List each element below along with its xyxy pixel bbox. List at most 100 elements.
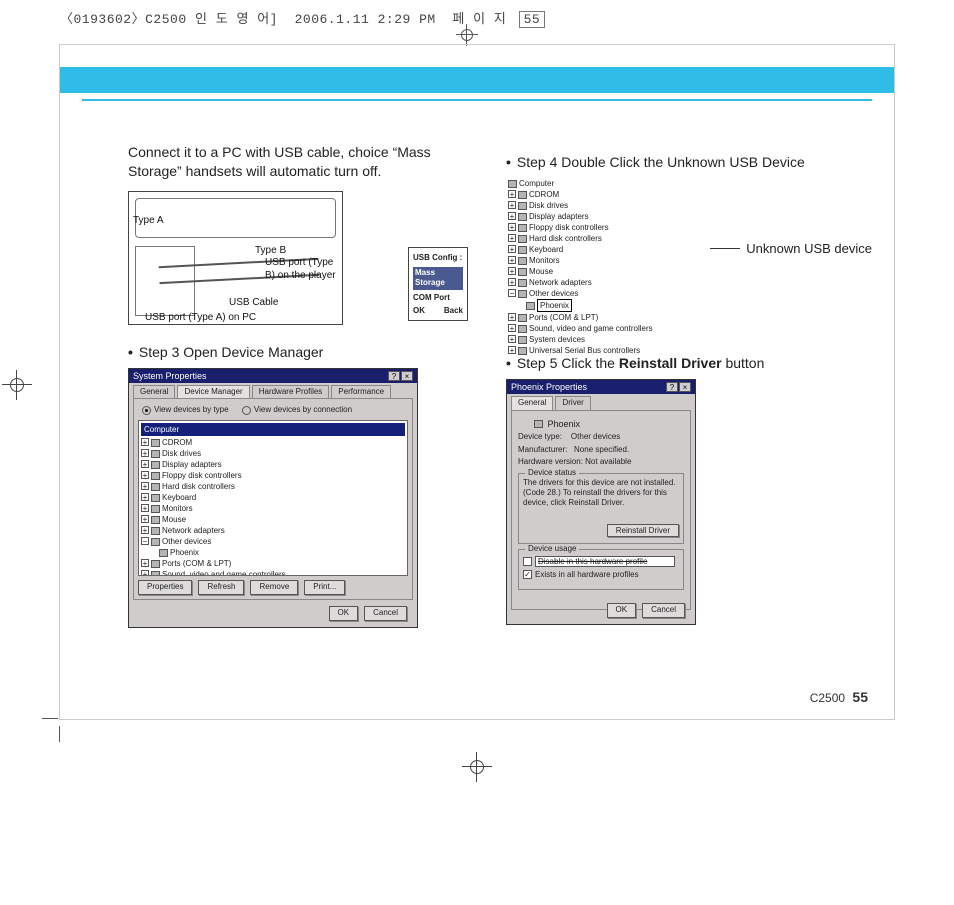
- print-button[interactable]: Print...: [304, 580, 345, 595]
- checkbox-disable[interactable]: [523, 557, 532, 566]
- button-row: Properties Refresh Remove Print...: [138, 580, 408, 595]
- tree-item[interactable]: System devices: [529, 335, 585, 344]
- header-code: 〈0193602〉C2500: [60, 12, 187, 27]
- tree-item[interactable]: Sound, video and game controllers: [529, 324, 653, 333]
- header-pagenum: 55: [519, 11, 546, 28]
- device-tree[interactable]: Computer +CDROM +Disk drives +Display ad…: [138, 420, 408, 576]
- registration-mark-left: [2, 370, 32, 400]
- usb-diagram-box: Type A Type B USB port (Type B) on the p…: [128, 191, 343, 325]
- usb-config-ok: OK: [413, 306, 425, 317]
- tree-item[interactable]: Ports (COM & LPT): [162, 559, 231, 568]
- status-text: The drivers for this device are not inst…: [523, 478, 679, 508]
- remove-button[interactable]: Remove: [250, 580, 298, 595]
- header-lang: 인 도 영 어]: [195, 12, 278, 27]
- crop-tick: [59, 726, 60, 742]
- tree-item[interactable]: Sound, video and game controllers: [162, 570, 286, 576]
- usb-config-mass-storage: Mass Storage: [413, 267, 463, 291]
- tabs: General Driver: [507, 394, 695, 410]
- tree-item[interactable]: Keyboard: [529, 245, 563, 254]
- device-usage-group: Device usage Disable in this hardware pr…: [518, 549, 684, 590]
- tab-general[interactable]: General: [511, 396, 553, 410]
- window-title: Phoenix Properties: [511, 380, 587, 394]
- help-icon[interactable]: ?: [666, 382, 678, 392]
- tree-item[interactable]: Ports (COM & LPT): [529, 313, 598, 322]
- tree-item-phoenix-highlight[interactable]: Phoenix: [537, 299, 572, 312]
- label-type-a: Type A: [133, 214, 164, 228]
- pointer-line: [710, 248, 740, 249]
- device-status-group: Device status The drivers for this devic…: [518, 473, 684, 544]
- window-buttons: ?×: [665, 380, 691, 394]
- tab-device-manager[interactable]: Device Manager: [177, 385, 249, 399]
- tab-hw-profiles[interactable]: Hardware Profiles: [252, 385, 330, 399]
- tree-root: Computer: [141, 423, 405, 436]
- tree-item[interactable]: CDROM: [162, 438, 192, 447]
- tree-item[interactable]: CDROM: [529, 190, 559, 199]
- page: 〈0193602〉C2500 인 도 영 어] 2006.1.11 2:29 P…: [0, 0, 954, 905]
- ok-cancel-row: OK Cancel: [607, 603, 685, 618]
- tree-item[interactable]: Monitors: [529, 256, 560, 265]
- tree-item[interactable]: Other devices: [162, 537, 211, 546]
- tree-item[interactable]: Keyboard: [162, 493, 196, 502]
- question-icon: [534, 420, 543, 428]
- tab-driver[interactable]: Driver: [555, 396, 590, 410]
- tree-item[interactable]: Mouse: [162, 515, 186, 524]
- tree-item[interactable]: Hard disk controllers: [529, 234, 602, 243]
- device-manager-figure: Computer +CDROM +Disk drives +Display ad…: [506, 176, 872, 344]
- radio-by-connection[interactable]: [242, 406, 251, 415]
- titlebar: System Properties ?×: [129, 369, 417, 383]
- tree-item[interactable]: Display adapters: [529, 212, 589, 221]
- checkbox-exists[interactable]: ✓: [523, 570, 532, 579]
- ok-cancel-row: OK Cancel: [329, 606, 407, 621]
- panel: View devices by type View devices by con…: [133, 398, 413, 600]
- tree-item[interactable]: Other devices: [529, 289, 578, 298]
- ok-button[interactable]: OK: [607, 603, 637, 618]
- usb-diagram: Type A Type B USB port (Type B) on the p…: [128, 191, 468, 329]
- intro-text: Connect it to a PC with USB cable, choic…: [128, 143, 476, 181]
- usb-config-back: Back: [444, 306, 463, 317]
- tree-item[interactable]: Floppy disk controllers: [162, 471, 242, 480]
- step-4: •Step 4 Double Click the Unknown USB Dev…: [506, 153, 872, 172]
- label-port-b: USB port (Type B) on the player: [265, 256, 339, 283]
- tree-item[interactable]: Network adapters: [162, 526, 225, 535]
- tree-item[interactable]: Universal Serial Bus controllers: [529, 346, 640, 355]
- cancel-button[interactable]: Cancel: [364, 606, 407, 621]
- refresh-button[interactable]: Refresh: [198, 580, 244, 595]
- tree-item[interactable]: Mouse: [529, 267, 553, 276]
- properties-button[interactable]: Properties: [138, 580, 192, 595]
- footer-model: C2500: [810, 691, 845, 705]
- tree-item[interactable]: Disk drives: [529, 201, 568, 210]
- tree-item-phoenix[interactable]: Phoenix: [170, 548, 199, 557]
- page-footer: C2500 55: [810, 689, 868, 705]
- device-tree-small: Computer +CDROM +Disk drives +Display ad…: [506, 176, 706, 344]
- cancel-button[interactable]: Cancel: [642, 603, 685, 618]
- ok-button[interactable]: OK: [329, 606, 359, 621]
- pointer-label: Unknown USB device: [746, 240, 872, 258]
- phoenix-properties-window: Phoenix Properties ?× General Driver Pho…: [506, 379, 696, 625]
- usb-config-com-port: COM Port: [413, 292, 463, 305]
- radio-by-type[interactable]: [142, 406, 151, 415]
- header-blue-bar: [60, 67, 894, 93]
- usb-config-title: USB Config :: [413, 252, 463, 265]
- tree-item[interactable]: Display adapters: [162, 460, 222, 469]
- close-icon[interactable]: ×: [401, 371, 413, 381]
- window-title: System Properties: [133, 369, 207, 383]
- left-column: Connect it to a PC with USB cable, choic…: [128, 143, 500, 659]
- help-icon[interactable]: ?: [388, 371, 400, 381]
- reinstall-driver-button[interactable]: Reinstall Driver: [607, 524, 679, 537]
- tab-performance[interactable]: Performance: [331, 385, 391, 399]
- usb-config-screen: USB Config : Mass Storage COM Port OK Ba…: [408, 247, 468, 321]
- tree-item[interactable]: Hard disk controllers: [162, 482, 235, 491]
- tree-item[interactable]: Monitors: [162, 504, 193, 513]
- header-timestamp: 2006.1.11 2:29 PM: [295, 12, 436, 27]
- titlebar: Phoenix Properties ?×: [507, 380, 695, 394]
- label-port-a: USB port (Type A) on PC: [145, 311, 256, 325]
- tree-root: Computer: [519, 179, 554, 188]
- registration-mark-bottom: [462, 752, 492, 782]
- panel: Phoenix Device type: Other devices Manuf…: [511, 410, 691, 610]
- tab-general[interactable]: General: [133, 385, 175, 399]
- tree-item[interactable]: Floppy disk controllers: [529, 223, 609, 232]
- tree-item[interactable]: Disk drives: [162, 449, 201, 458]
- tree-item[interactable]: Network adapters: [529, 278, 592, 287]
- header-ornament: [456, 24, 478, 46]
- close-icon[interactable]: ×: [679, 382, 691, 392]
